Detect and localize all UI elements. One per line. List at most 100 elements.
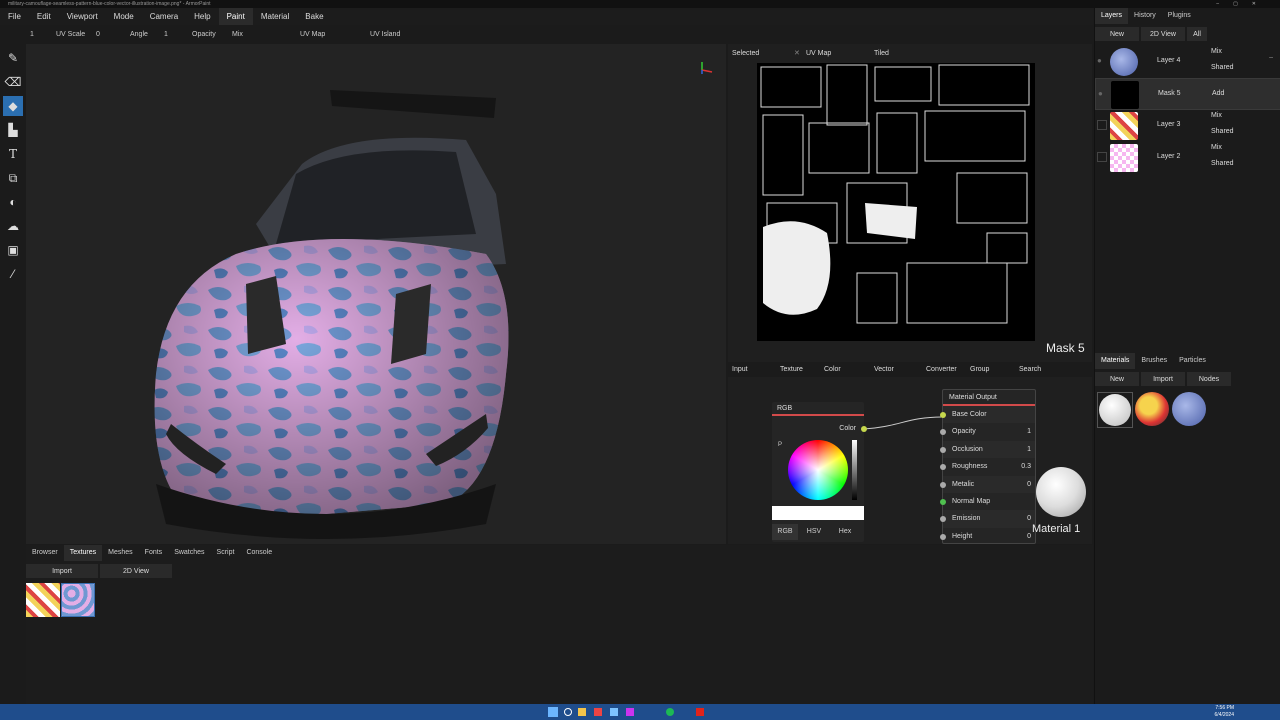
material-slot-2[interactable] bbox=[1135, 392, 1169, 426]
texture-thumb-2[interactable] bbox=[61, 583, 95, 617]
menu-edit[interactable]: Edit bbox=[29, 8, 59, 25]
node-menu-texture[interactable]: Texture bbox=[780, 366, 824, 373]
start-icon[interactable] bbox=[548, 707, 558, 717]
material-output-node[interactable]: Material Output Base Color Opacity 1 Occlus… bbox=[940, 389, 1036, 545]
tab-layers[interactable]: Layers bbox=[1095, 8, 1129, 24]
angle-value[interactable]: 1 bbox=[162, 31, 192, 38]
all-button[interactable]: All bbox=[1187, 27, 1207, 41]
output-input-row[interactable]: Occlusion 1 bbox=[940, 440, 1035, 459]
layer-row-mask5[interactable]: ● Mask 5 Add bbox=[1095, 78, 1280, 110]
input-value[interactable]: 1 bbox=[1027, 423, 1031, 440]
input-value[interactable]: 0 bbox=[1027, 476, 1031, 493]
color-wheel[interactable] bbox=[788, 440, 848, 500]
input-value[interactable]: 0.3 bbox=[1021, 458, 1031, 475]
input-socket[interactable] bbox=[940, 446, 946, 453]
window-controls[interactable]: –▢✕ bbox=[1216, 0, 1270, 8]
input-socket[interactable] bbox=[940, 412, 946, 418]
tab-bake[interactable]: Bake bbox=[297, 8, 331, 25]
tab-browser[interactable]: Browser bbox=[26, 545, 64, 561]
value-slider[interactable] bbox=[852, 440, 857, 500]
tab-textures[interactable]: Textures bbox=[63, 545, 103, 561]
node-menu-group[interactable]: Group bbox=[970, 366, 1019, 373]
uv-selected-select[interactable]: Selected bbox=[728, 50, 794, 57]
tab-script[interactable]: Script bbox=[211, 545, 241, 561]
texture-2d-view-button[interactable]: 2D View bbox=[100, 564, 172, 578]
node-editor[interactable]: RGB Color P RGB HSV Hex Material Output … bbox=[728, 377, 1092, 544]
eraser-icon[interactable]: ⌫ bbox=[3, 72, 23, 92]
brush-icon[interactable]: ✎ bbox=[3, 48, 23, 68]
output-input-row[interactable]: Base Color bbox=[940, 406, 1035, 424]
input-socket[interactable] bbox=[940, 429, 946, 436]
car-model-render[interactable] bbox=[26, 44, 726, 544]
uv-map-toggle[interactable]: UV Map bbox=[804, 50, 870, 57]
nodes-button[interactable]: Nodes bbox=[1187, 372, 1231, 386]
node-menu-converter[interactable]: Converter bbox=[926, 366, 970, 373]
uv-island-select[interactable]: UV Island bbox=[370, 31, 440, 38]
text-icon[interactable]: T bbox=[3, 144, 23, 164]
rgb-node[interactable]: RGB Color P RGB HSV Hex bbox=[772, 402, 867, 542]
picker-icon[interactable]: ⁄ bbox=[3, 264, 23, 284]
tab-hsv[interactable]: HSV bbox=[798, 524, 830, 540]
mask-blend-select[interactable]: Add bbox=[1212, 90, 1224, 97]
tab-plugins[interactable]: Plugins bbox=[1162, 8, 1197, 24]
menu-help[interactable]: Help bbox=[186, 8, 218, 25]
app-icon-4[interactable] bbox=[696, 708, 704, 716]
input-value[interactable]: 0 bbox=[1027, 528, 1031, 545]
minus-icon[interactable]: – bbox=[1269, 54, 1273, 61]
tab-console[interactable]: Console bbox=[240, 545, 278, 561]
material-slot-3[interactable] bbox=[1172, 392, 1206, 426]
import-material-button[interactable]: Import bbox=[1141, 372, 1185, 386]
layer-row-layer3[interactable]: Layer 3 Mix Shared bbox=[1095, 110, 1280, 142]
tab-particles[interactable]: Particles bbox=[1173, 353, 1212, 369]
node-menu-color[interactable]: Color bbox=[824, 366, 874, 373]
output-input-row[interactable]: Opacity 1 bbox=[940, 423, 1035, 440]
app-icon-1[interactable] bbox=[594, 708, 602, 716]
blend-mode-select[interactable]: Mix bbox=[230, 31, 300, 38]
tab-swatches[interactable]: Swatches bbox=[168, 545, 210, 561]
tiled-toggle[interactable]: Tiled bbox=[870, 50, 930, 57]
import-texture-button[interactable]: Import bbox=[26, 564, 98, 578]
search-icon[interactable] bbox=[564, 708, 572, 716]
layer-blend-select[interactable]: Mix bbox=[1211, 48, 1222, 55]
fill-icon[interactable]: ◆ bbox=[3, 96, 23, 116]
visibility-checkbox[interactable] bbox=[1097, 120, 1107, 130]
layer-mode-select[interactable]: Shared bbox=[1211, 160, 1234, 167]
input-socket[interactable] bbox=[940, 481, 946, 488]
output-input-row[interactable]: Roughness 0.3 bbox=[940, 458, 1035, 475]
rgb-output-socket[interactable] bbox=[861, 426, 867, 432]
output-input-row[interactable]: Metalic 0 bbox=[940, 475, 1035, 493]
tab-fonts[interactable]: Fonts bbox=[139, 545, 169, 561]
layer-blend-select[interactable]: Mix bbox=[1211, 112, 1222, 119]
tab-hex[interactable]: Hex bbox=[830, 524, 860, 540]
3d-viewport[interactable] bbox=[26, 44, 726, 544]
particle-icon[interactable]: ▣ bbox=[3, 240, 23, 260]
input-socket[interactable] bbox=[940, 498, 946, 505]
input-value[interactable]: 0 bbox=[1027, 510, 1031, 527]
material-slot-1[interactable] bbox=[1097, 392, 1133, 428]
visibility-checkbox[interactable] bbox=[1097, 152, 1107, 162]
clone-icon[interactable]: ⧉ bbox=[3, 168, 23, 188]
uv-scale-value[interactable]: 0 bbox=[94, 31, 130, 38]
input-value[interactable]: 1 bbox=[1027, 441, 1031, 458]
2d-view-button[interactable]: 2D View bbox=[1141, 27, 1185, 41]
brush-radius-value[interactable]: 1 bbox=[26, 31, 50, 38]
menu-mode[interactable]: Mode bbox=[106, 8, 142, 25]
app-icon-2[interactable] bbox=[610, 708, 618, 716]
node-menu-input[interactable]: Input bbox=[728, 366, 780, 373]
tab-paint[interactable]: Paint bbox=[218, 8, 253, 25]
eye-icon[interactable]: ● bbox=[1098, 89, 1108, 99]
texture-thumb-1[interactable] bbox=[26, 583, 60, 617]
menu-file[interactable]: File bbox=[0, 8, 29, 25]
layer-row-layer4[interactable]: ● Layer 4 Mix Shared – bbox=[1095, 46, 1280, 78]
layer-blend-select[interactable]: Mix bbox=[1211, 144, 1222, 151]
tab-material[interactable]: Material bbox=[253, 8, 297, 25]
blur-icon[interactable]: ◐ bbox=[3, 192, 23, 212]
close-icon[interactable]: ✕ bbox=[794, 49, 804, 57]
clock[interactable]: 7:56 PM 6/4/2024 bbox=[1215, 705, 1234, 719]
eye-icon[interactable]: ● bbox=[1097, 56, 1107, 66]
app-icon-3[interactable] bbox=[626, 708, 634, 716]
output-input-row[interactable]: Normal Map bbox=[940, 493, 1035, 510]
uv-map-select[interactable]: UV Map bbox=[300, 31, 370, 38]
menu-viewport[interactable]: Viewport bbox=[59, 8, 106, 25]
layer-mode-select[interactable]: Shared bbox=[1211, 64, 1234, 71]
